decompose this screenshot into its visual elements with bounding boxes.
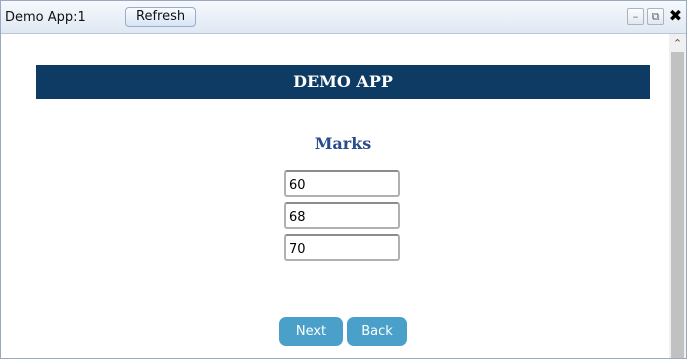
scroll-up-icon[interactable]: ⌃	[669, 34, 686, 51]
back-button[interactable]: Back	[347, 317, 407, 346]
mark-input-2[interactable]	[284, 202, 400, 229]
title-bar: Demo App:1 Refresh – ⧉ ✖	[1, 1, 686, 34]
popout-icon[interactable]: ⧉	[647, 8, 664, 25]
refresh-button[interactable]: Refresh	[125, 7, 197, 27]
window-title: Demo App:1	[5, 10, 86, 25]
app-window: Demo App:1 Refresh – ⧉ ✖ DEMO APP Marks …	[0, 0, 687, 359]
app-banner: DEMO APP	[36, 65, 650, 99]
scroll-thumb[interactable]	[671, 52, 684, 358]
close-icon[interactable]: ✖	[667, 8, 684, 25]
mark-input-3[interactable]	[284, 234, 400, 261]
marks-heading: Marks	[314, 134, 372, 153]
vertical-scrollbar[interactable]: ⌃	[669, 34, 686, 358]
window-controls: – ⧉ ✖	[627, 8, 684, 25]
main-content: DEMO APP Marks Next Back	[1, 34, 669, 358]
mark-input-1[interactable]	[284, 170, 400, 197]
minimize-icon[interactable]: –	[627, 8, 644, 25]
next-button[interactable]: Next	[279, 317, 343, 346]
